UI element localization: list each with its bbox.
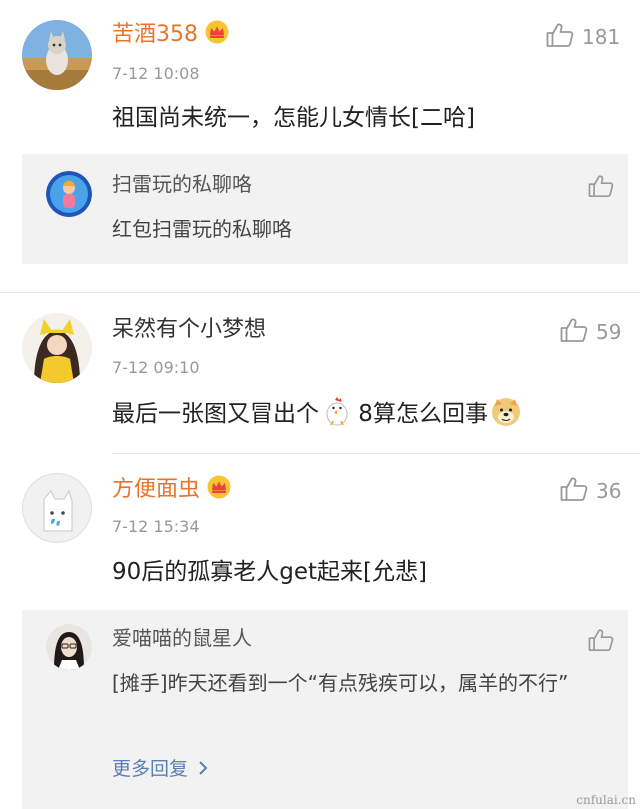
like-button[interactable]: 181: [546, 22, 620, 52]
thumbs-up-icon: [588, 629, 614, 656]
comment-item: 苦酒358 7-12 10:08 祖国尚未统一，怎能儿女情长[二哈] 181 扫…: [0, 0, 640, 290]
chicken-emoji-icon: [323, 397, 351, 436]
crown-icon: [206, 475, 232, 508]
thumbs-up-icon: [560, 317, 588, 347]
thumbs-up-icon: [560, 476, 588, 506]
reply-avatar[interactable]: [46, 171, 92, 217]
reply-box[interactable]: 爱喵喵的鼠星人 [摊手]昨天还看到一个“有点残疾可以，属羊的不行” 更多回复: [22, 610, 628, 809]
reply-avatar[interactable]: [46, 624, 92, 670]
timestamp: 7-12 15:34: [112, 517, 200, 536]
avatar[interactable]: [22, 473, 92, 543]
avatar[interactable]: [22, 20, 92, 90]
thumbs-up-icon: [546, 22, 574, 52]
reply-username[interactable]: 扫雷玩的私聊咯: [112, 170, 252, 198]
reply-box[interactable]: 扫雷玩的私聊咯 红包扫雷玩的私聊咯: [22, 154, 628, 264]
like-count: 36: [596, 479, 622, 503]
timestamp: 7-12 09:10: [112, 358, 200, 377]
reply-username[interactable]: 爱喵喵的鼠星人: [112, 624, 252, 652]
username[interactable]: 方便面虫: [112, 475, 232, 508]
like-count: 181: [582, 25, 621, 49]
reply-like-button[interactable]: [588, 628, 614, 656]
timestamp: 7-12 10:08: [112, 64, 200, 83]
comment-text: 90后的孤寡老人get起来[允悲]: [112, 559, 427, 585]
comment-item: 呆然有个小梦想 7-12 09:10 最后一张图又冒出个 8算怎么回事 59: [0, 293, 640, 453]
crown-icon: [204, 20, 230, 53]
chevron-right-icon: [198, 757, 208, 783]
like-button[interactable]: 36: [560, 476, 621, 506]
like-button[interactable]: 59: [560, 317, 621, 347]
comment-text: 祖国尚未统一，怎能儿女情长[二哈]: [112, 105, 475, 131]
doge-emoji-icon: [491, 397, 521, 436]
more-replies-label: 更多回复: [112, 758, 189, 780]
reply-text: [摊手]昨天还看到一个“有点残疾可以，属羊的不行”: [112, 671, 569, 695]
thumbs-up-icon: [588, 175, 614, 202]
comment-text-part: 8算怎么回事: [351, 401, 488, 427]
username[interactable]: 呆然有个小梦想: [112, 315, 266, 345]
reply-like-button[interactable]: [588, 174, 614, 202]
comment-text-part: 最后一张图又冒出个: [112, 401, 319, 427]
username[interactable]: 苦酒358: [112, 20, 230, 53]
more-replies-link[interactable]: 更多回复: [112, 756, 208, 783]
like-count: 59: [596, 320, 622, 344]
comment-text: 最后一张图又冒出个 8算怎么回事: [112, 397, 521, 436]
avatar[interactable]: [22, 313, 92, 383]
watermark: cnfulai.cn: [576, 793, 636, 807]
comment-item: 方便面虫 7-12 15:34 90后的孤寡老人get起来[允悲] 36 爱喵喵…: [0, 454, 640, 809]
reply-text: 红包扫雷玩的私聊咯: [112, 217, 292, 241]
